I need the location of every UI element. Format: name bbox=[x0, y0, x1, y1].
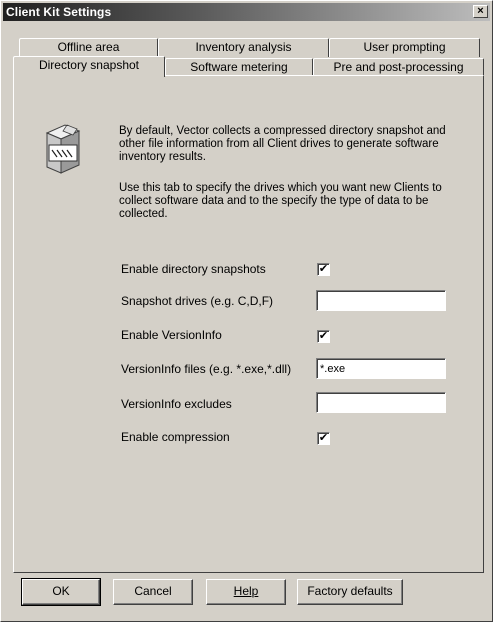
ok-button[interactable]: OK bbox=[21, 578, 101, 606]
enable-snapshots-label: Enable directory snapshots bbox=[121, 262, 266, 276]
close-button[interactable]: × bbox=[473, 5, 488, 18]
enable-compression-checkbox[interactable]: ✔ bbox=[317, 432, 330, 445]
title-bar[interactable]: Client Kit Settings × bbox=[3, 3, 490, 21]
help-button[interactable]: Help bbox=[206, 579, 286, 605]
enable-versioninfo-checkbox[interactable]: ✔ bbox=[317, 330, 330, 343]
tab-offline-area[interactable]: Offline area bbox=[19, 38, 158, 57]
versioninfo-excludes-label: VersionInfo excludes bbox=[121, 397, 232, 411]
snapshot-drives-input[interactable] bbox=[316, 290, 446, 311]
window-title: Client Kit Settings bbox=[6, 5, 112, 19]
description-paragraph-2: Use this tab to specify the drives which… bbox=[119, 182, 442, 220]
tab-inventory-analysis[interactable]: Inventory analysis bbox=[158, 38, 329, 57]
client-kit-settings-dialog: Client Kit Settings × Offline area Inven… bbox=[0, 0, 493, 622]
tab-directory-snapshot[interactable]: Directory snapshot bbox=[13, 56, 165, 77]
versioninfo-files-input[interactable] bbox=[316, 358, 446, 379]
versioninfo-excludes-input[interactable] bbox=[316, 392, 446, 413]
versioninfo-files-label: VersionInfo files (e.g. *.exe,*.dll) bbox=[121, 362, 292, 376]
enable-versioninfo-label: Enable VersionInfo bbox=[121, 328, 222, 342]
enable-compression-label: Enable compression bbox=[121, 430, 230, 444]
software-package-icon bbox=[45, 124, 81, 174]
tab-user-prompting[interactable]: User prompting bbox=[329, 38, 480, 57]
factory-defaults-button[interactable]: Factory defaults bbox=[297, 579, 403, 605]
cancel-button[interactable]: Cancel bbox=[113, 579, 193, 605]
snapshot-drives-label: Snapshot drives (e.g. C,D,F) bbox=[121, 294, 274, 308]
description-paragraph-1: By default, Vector collects a compressed… bbox=[119, 125, 446, 163]
enable-snapshots-checkbox[interactable]: ✔ bbox=[317, 263, 330, 276]
